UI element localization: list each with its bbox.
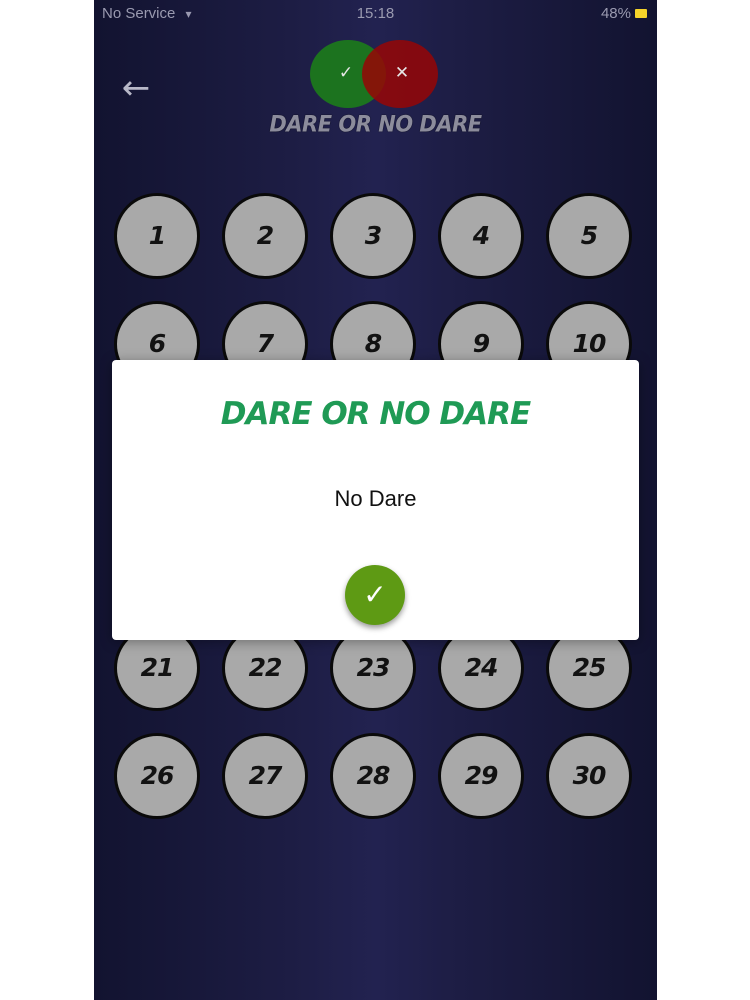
number-button-28[interactable]: 28 [330,733,416,819]
battery-icon [635,9,647,18]
status-bar: No Service ▾ 15:18 48% [94,0,657,28]
confirm-button[interactable]: ✓ [345,565,405,625]
number-button-3[interactable]: 3 [330,193,416,279]
number-button-26[interactable]: 26 [114,733,200,819]
close-icon: ✕ [362,40,438,108]
number-button-29[interactable]: 29 [438,733,524,819]
number-button-4[interactable]: 4 [438,193,524,279]
result-dialog: DARE OR NO DARE No Dare ✓ [112,360,639,640]
back-arrow-icon[interactable]: ← [116,70,156,106]
number-button-5[interactable]: 5 [546,193,632,279]
app-title: DARE OR NO DARE [269,111,482,137]
dialog-message: No Dare [334,486,417,511]
number-button-1[interactable]: 1 [114,193,200,279]
battery-percent: 48% [600,5,631,22]
number-button-30[interactable]: 30 [546,733,632,819]
app-logo: ✓ ✕ [310,40,440,108]
number-button-2[interactable]: 2 [222,193,308,279]
check-icon: ✓ [363,578,387,611]
number-button-27[interactable]: 27 [222,733,308,819]
dialog-title: DARE OR NO DARE [220,396,531,432]
status-time: 15:18 [356,5,395,22]
